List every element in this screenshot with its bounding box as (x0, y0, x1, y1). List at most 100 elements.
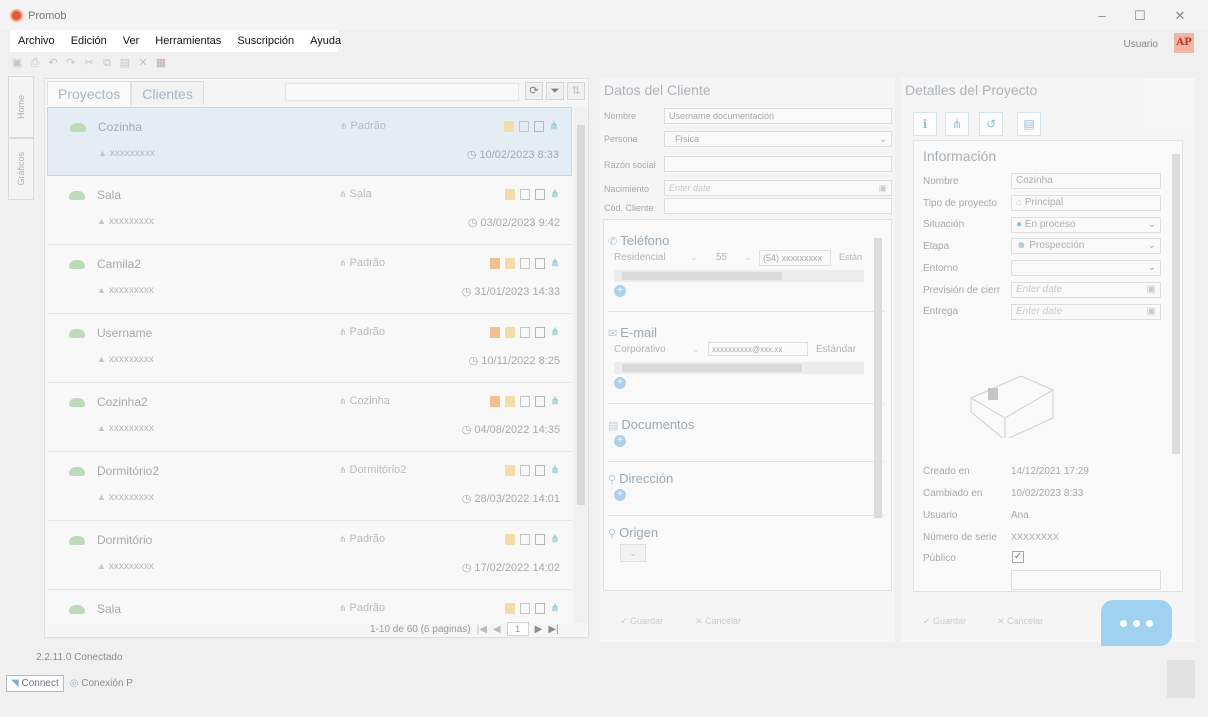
user-label[interactable]: Usuario (1124, 39, 1158, 50)
save-icon[interactable]: ▣ (10, 56, 24, 70)
connect-button[interactable]: ◥ Connect (6, 674, 64, 692)
cod-cliente-field[interactable] (664, 198, 892, 214)
publico-checkbox[interactable]: ✓ (1012, 551, 1024, 563)
chat-icon[interactable] (1101, 600, 1172, 646)
page-number-input[interactable]: 1 (506, 622, 529, 636)
menu-edicion[interactable]: Edición (63, 35, 115, 47)
maximize-button[interactable]: ☐ (1128, 7, 1152, 25)
user-avatar[interactable]: AP (1174, 33, 1194, 53)
add-phone-icon[interactable]: + (614, 285, 626, 297)
copy-icon[interactable] (520, 258, 530, 269)
refresh-icon[interactable]: ⟳ (525, 82, 543, 100)
copy-icon[interactable] (519, 121, 529, 132)
folder-icon[interactable] (505, 189, 515, 200)
network-icon[interactable]: ⋔ (550, 327, 560, 338)
situacion-select[interactable]: ● En proceso ⌄ (1011, 217, 1161, 233)
nacimiento-date-input[interactable]: Enter date ▣ (664, 180, 892, 196)
tab-proyectos[interactable]: Proyectos (47, 81, 132, 105)
phone-number-field[interactable]: (54) xxxxxxxxx (759, 250, 831, 266)
person-icon[interactable] (490, 396, 500, 407)
export-icon[interactable] (535, 189, 545, 200)
project-row[interactable]: Username ⋔ Padrão ⋔ ▲ xxxxxxxxx ◷ 10/11/2022 8… (47, 314, 572, 383)
origen-select[interactable]: ⌄ (620, 544, 646, 562)
export-icon[interactable] (535, 465, 545, 476)
add-email-icon[interactable]: + (614, 377, 626, 389)
scrollbar-thumb[interactable] (577, 125, 585, 505)
cut-icon[interactable]: ✂ (82, 56, 96, 70)
network-icon[interactable]: ⋔ (550, 396, 560, 407)
project-row[interactable]: Sala ⋔ Sala ⋔ ▲ xxxxxxxxx ◷ 03/02/2023 9:42 (47, 176, 572, 245)
projects-search-input[interactable] (285, 83, 519, 101)
print-icon[interactable]: ⎙ (28, 56, 42, 70)
tipo-select[interactable]: ⌂ Principal (1011, 195, 1161, 211)
network-icon[interactable]: ⋔ (550, 258, 560, 269)
email-address-field[interactable]: xxxxxxxxxx@xxx.xx (708, 342, 808, 356)
detail-scrollbar[interactable] (1171, 144, 1181, 594)
menu-archivo[interactable]: Archivo (10, 35, 63, 47)
email-hscrollbar[interactable] (614, 362, 864, 374)
add-document-icon[interactable]: + (614, 435, 626, 447)
conexion-status[interactable]: ◎ Conexión P (70, 678, 133, 689)
entrega-date-input[interactable]: Enter date ▣ (1011, 304, 1161, 320)
folder-icon[interactable] (505, 327, 515, 338)
color-palette-icon[interactable]: ▦ (154, 56, 168, 70)
first-page-icon[interactable]: |◀ (477, 624, 487, 635)
menu-suscripcion[interactable]: Suscripción (229, 35, 302, 47)
export-icon[interactable] (535, 603, 545, 614)
project-row[interactable]: Cozinha2 ⋔ Cozinha ⋔ ▲ xxxxxxxxx ◷ 04/08/2022 … (47, 383, 572, 452)
network-icon[interactable]: ⋔ (945, 112, 969, 136)
network-icon[interactable]: ⋔ (550, 534, 560, 545)
project-name-field[interactable]: Cozinha (1011, 173, 1161, 189)
copy-icon[interactable] (520, 396, 530, 407)
scrollbar-thumb[interactable] (622, 272, 782, 280)
calendar-icon[interactable]: ▣ (1147, 307, 1156, 317)
minimize-button[interactable]: – (1090, 7, 1114, 25)
scrollbar-thumb[interactable] (1172, 154, 1180, 454)
filter-icon[interactable]: ⏷ (546, 82, 564, 100)
folder-icon[interactable] (504, 121, 514, 132)
notes-icon[interactable]: ▤ (1017, 112, 1041, 136)
paste-icon[interactable]: ▤ (118, 56, 132, 70)
history-icon[interactable]: ↺ (979, 112, 1003, 136)
tab-home[interactable]: Home (8, 76, 34, 138)
phone-type-select[interactable]: Residencial (614, 252, 666, 263)
menu-ver[interactable]: Ver (115, 35, 148, 47)
scrollbar-thumb[interactable] (874, 238, 882, 518)
client-save-button[interactable]: ✓ Guardar (620, 616, 663, 627)
network-icon[interactable]: ⋔ (549, 121, 559, 132)
projects-scrollbar[interactable] (574, 107, 588, 623)
persona-select[interactable]: Física ⌄ (664, 131, 892, 147)
redo-icon[interactable]: ↷ (64, 56, 78, 70)
email-type-select[interactable]: Corporativo (614, 344, 666, 355)
export-icon[interactable] (535, 258, 545, 269)
folder-icon[interactable] (505, 465, 515, 476)
network-icon[interactable]: ⋔ (550, 465, 560, 476)
tab-graficos[interactable]: Gráficos (8, 138, 34, 200)
person-icon[interactable] (490, 327, 500, 338)
detail-save-button[interactable]: ✓ Guardar (923, 616, 966, 627)
copy-icon[interactable] (520, 465, 530, 476)
calendar-icon[interactable]: ▣ (878, 183, 887, 193)
razon-social-field[interactable] (664, 156, 892, 172)
project-row[interactable]: Sala ⋔ Padrão ⋔ (47, 590, 572, 623)
notification-bell-handle[interactable] (1167, 660, 1195, 698)
copy-icon[interactable] (520, 603, 530, 614)
prevision-date-input[interactable]: Enter date ▣ (1011, 282, 1161, 298)
menu-ayuda[interactable]: Ayuda (302, 35, 349, 47)
entorno-select[interactable]: ⌄ (1011, 260, 1161, 276)
project-row[interactable]: Cozinha ⋔ Padrão ⋔ ▲ xxxxxxxxx ◷ 10/02/2023 8:… (47, 107, 572, 176)
detail-cancel-button[interactable]: ✕ Cancelar (997, 616, 1043, 627)
project-row[interactable]: Camila2 ⋔ Padrão ⋔ ▲ xxxxxxxxx ◷ 31/01/2023 14… (47, 245, 572, 314)
sort-icon[interactable]: ⇅ (567, 82, 585, 100)
next-page-icon[interactable]: ▶ (535, 624, 543, 635)
person-icon[interactable] (490, 258, 500, 269)
etapa-select[interactable]: ☻ Prospección ⌄ (1011, 238, 1161, 254)
project-row[interactable]: Dormitório2 ⋔ Dormitório2 ⋔ ▲ xxxxxxxxx ◷ 28/0… (47, 452, 572, 521)
menu-herramientas[interactable]: Herramientas (147, 35, 229, 47)
network-icon[interactable]: ⋔ (550, 189, 560, 200)
phone-code-select[interactable]: 55 (716, 252, 727, 263)
copy-icon[interactable] (520, 534, 530, 545)
copy-icon[interactable]: ⧉ (100, 56, 114, 70)
phone-hscrollbar[interactable] (614, 270, 864, 282)
calendar-icon[interactable]: ▣ (1147, 285, 1156, 295)
